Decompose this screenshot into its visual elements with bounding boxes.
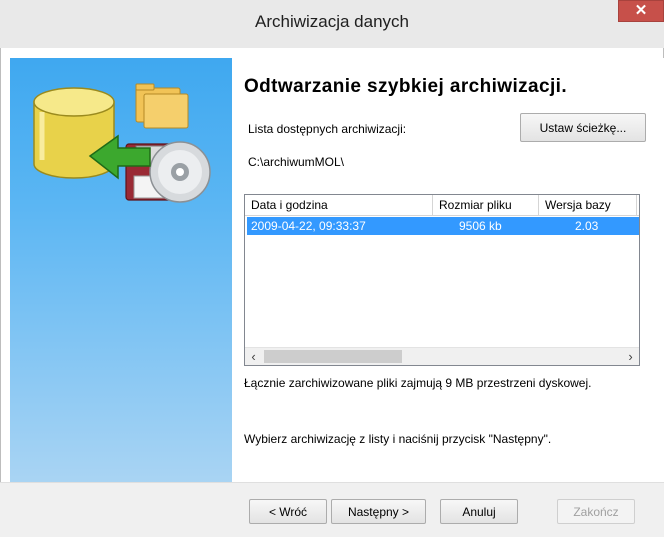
cell-version: 2.03 — [575, 219, 599, 233]
finish-button: Zakończ — [557, 499, 635, 524]
cell-date: 2009-04-22, 09:33:37 — [251, 219, 366, 233]
set-path-button[interactable]: Ustaw ścieżkę... — [520, 113, 646, 142]
instruction-text: Wybierz archiwizację z listy i naciśnij … — [244, 432, 552, 446]
scroll-right-icon[interactable]: › — [622, 348, 639, 365]
cancel-button[interactable]: Anuluj — [440, 499, 518, 524]
page-title: Odtwarzanie szybkiej archiwizacji. — [244, 76, 567, 97]
column-header-date[interactable]: Data i godzina — [245, 195, 433, 215]
folder-icon — [135, 83, 189, 129]
wizard-content: Odtwarzanie szybkiej archiwizacji. Lista… — [232, 58, 664, 482]
cd-disc-icon — [149, 141, 211, 203]
close-icon: ✕ — [634, 2, 648, 19]
column-header-version[interactable]: Wersja bazy — [539, 195, 637, 215]
archive-size-info: Łącznie zarchiwizowane pliki zajmują 9 M… — [244, 376, 592, 390]
scroll-left-icon[interactable]: ‹ — [245, 348, 262, 365]
archive-illustration — [33, 83, 211, 203]
wizard-side-panel — [10, 58, 232, 482]
wizard-button-bar: < Wróć Następny > Anuluj Zakończ — [0, 482, 664, 537]
next-button[interactable]: Następny > — [331, 499, 426, 524]
table-row[interactable]: 2009-04-22, 09:33:37 9506 kb 2.03 — [247, 217, 639, 235]
title-bar[interactable]: Archiwizacja danych ✕ — [0, 0, 664, 49]
horizontal-scrollbar[interactable]: ‹ › — [245, 347, 639, 365]
window-title: Archiwizacja danych — [254, 12, 409, 31]
column-header-size[interactable]: Rozmiar pliku — [433, 195, 539, 215]
archive-dialog: Archiwizacja danych ✕ Odtwarzanie szybki… — [0, 0, 664, 537]
close-button[interactable]: ✕ — [618, 0, 664, 22]
archive-list[interactable]: Data i godzina Rozmiar pliku Wersja bazy… — [244, 194, 640, 366]
archive-path-label: C:\archiwumMOL\ — [248, 155, 345, 169]
scroll-thumb[interactable] — [264, 350, 402, 363]
list-header: Data i godzina Rozmiar pliku Wersja bazy — [245, 195, 639, 216]
cell-size: 9506 kb — [459, 219, 502, 233]
back-button[interactable]: < Wróć — [249, 499, 327, 524]
available-archives-label: Lista dostępnych archiwizacji: — [248, 122, 407, 136]
